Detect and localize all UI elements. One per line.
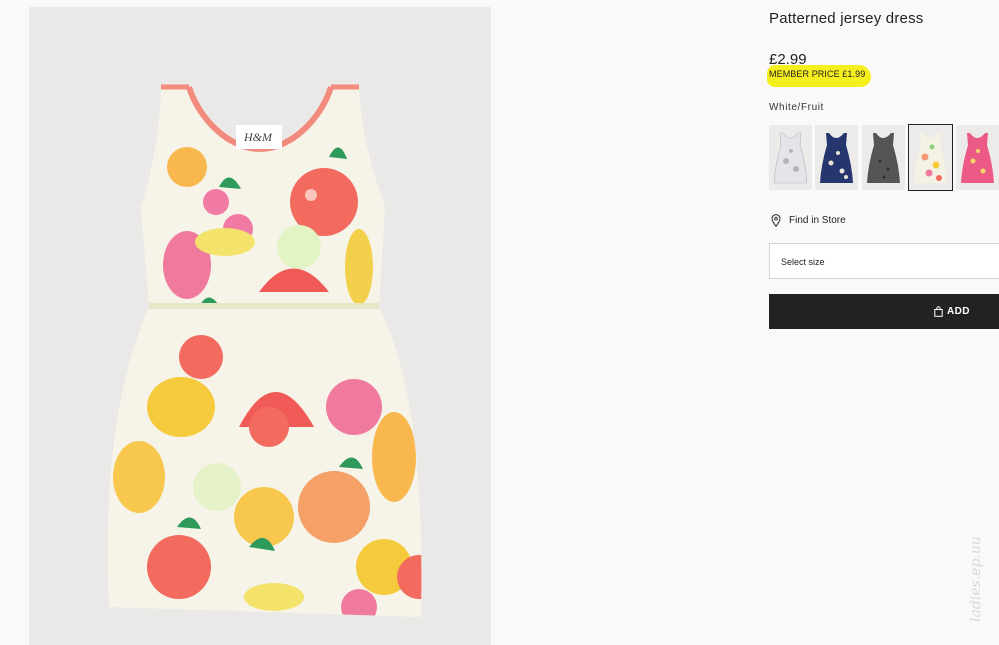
dress-thumbnail-icon (820, 133, 853, 183)
dress-illustration: H&M (107, 84, 422, 617)
swatch-grey-print[interactable] (769, 125, 812, 190)
selected-color-label: White/Fruit (769, 102, 824, 113)
dress-thumbnail-icon (773, 132, 808, 184)
find-in-store-link[interactable]: Find in Store (771, 214, 846, 227)
swatch-pink-print[interactable] (956, 125, 999, 190)
add-button-label: ADD (947, 306, 970, 317)
swatch-navy-print[interactable] (815, 125, 858, 190)
shopping-bag-icon (934, 306, 943, 317)
watermark: ladies.ep.uu (968, 536, 984, 622)
member-price-badge: MEMBER PRICE £1.99 (767, 65, 872, 87)
product-image[interactable]: H&M (29, 7, 491, 645)
dress-thumbnail-icon (914, 133, 947, 183)
product-page: H&M Patterned jersey dress £2.99 MEMBER … (0, 0, 999, 645)
location-pin-icon (771, 214, 781, 227)
add-to-bag-button[interactable]: ADD (769, 294, 999, 329)
brand-label: H&M (243, 130, 273, 144)
product-title: Patterned jersey dress (769, 10, 924, 27)
dress-thumbnail-icon (867, 133, 900, 183)
product-details-panel: Patterned jersey dress £2.99 MEMBER PRIC… (767, 0, 999, 645)
size-select-placeholder: Select size (781, 257, 825, 267)
dress-thumbnail-icon (961, 133, 994, 183)
swatch-dark-grey-print[interactable] (862, 125, 905, 190)
size-select[interactable]: Select size (769, 243, 999, 279)
find-in-store-label: Find in Store (789, 215, 846, 226)
swatch-white-fruit[interactable] (908, 124, 953, 191)
color-swatch-list (769, 124, 999, 191)
